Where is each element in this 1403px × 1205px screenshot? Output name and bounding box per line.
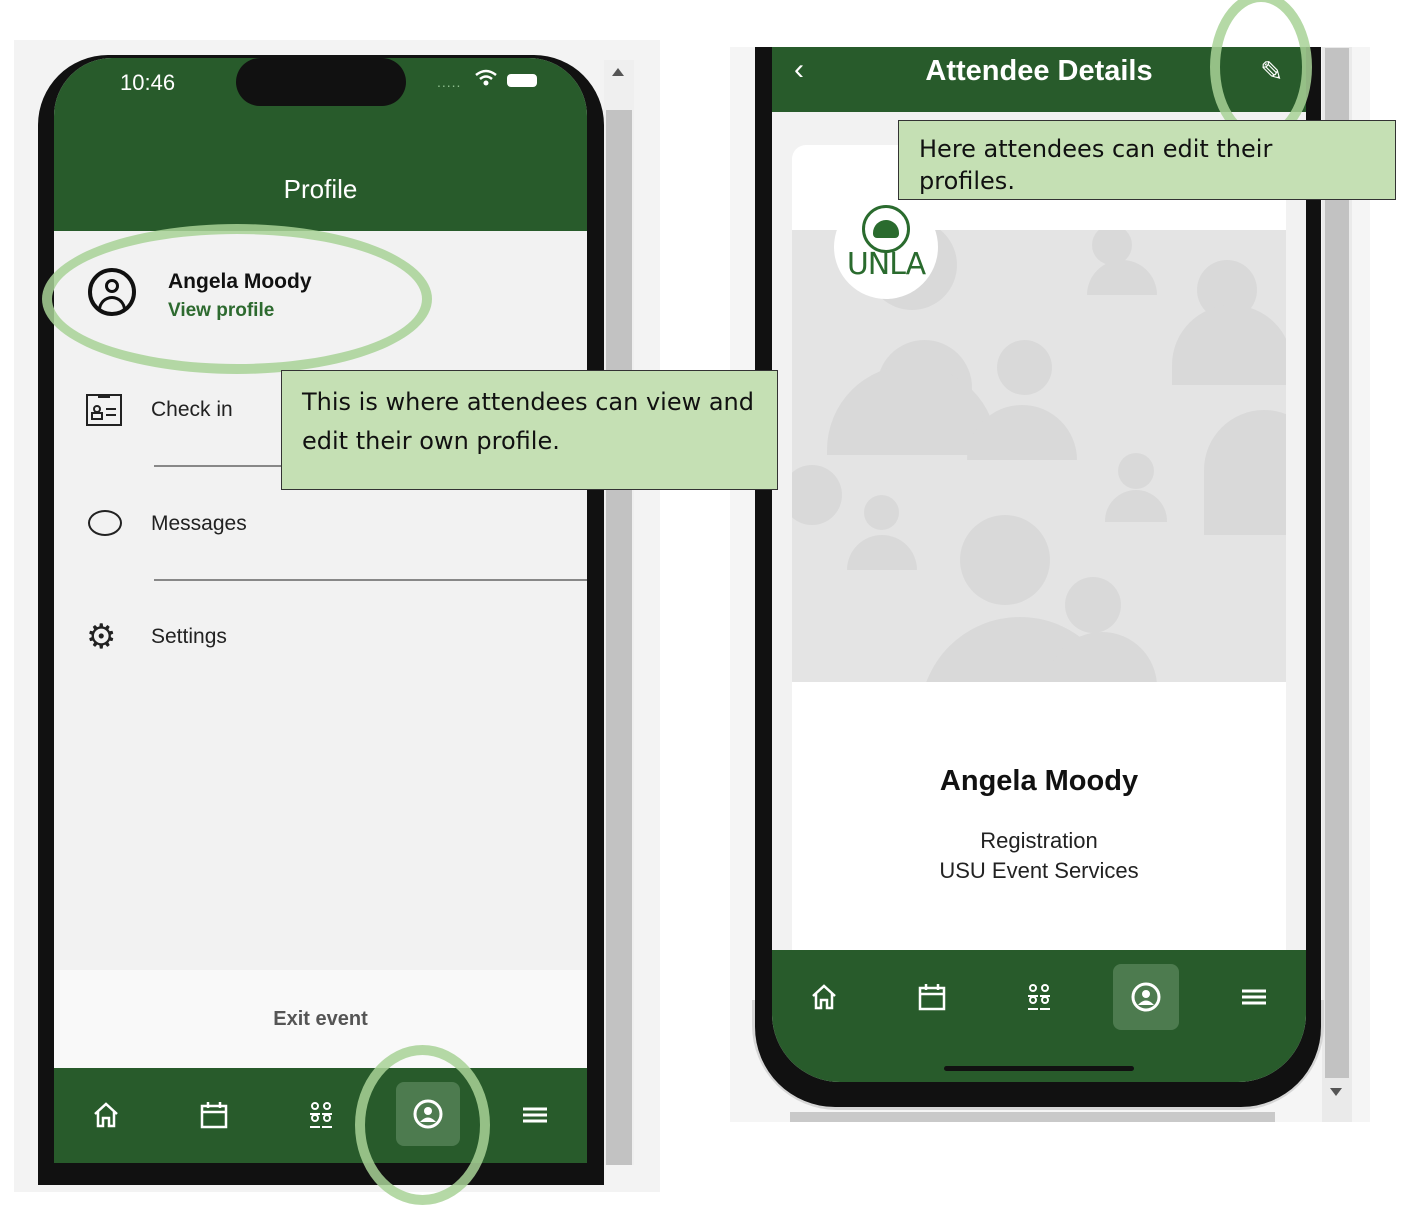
bottom-tab-bar [54,1068,587,1163]
people-pattern-banner [792,230,1286,682]
banner-shape [1118,453,1154,489]
callout-edit-profile: Here attendees can edit their profiles. [898,120,1396,200]
check-in-menu-item[interactable]: Check in [151,398,233,422]
banner-shape [997,340,1052,395]
profile-tab-active[interactable] [1113,964,1179,1030]
organization-logo: UNLA [834,195,938,299]
calendar-icon[interactable] [912,982,952,1018]
banner-shape [1204,410,1286,535]
attendee-details-screen: ‹ Attendee Details ✎ UNLA Angela Moody R… [772,47,1306,1082]
home-indicator [944,1066,1134,1071]
callout-view-profile: This is where attendees can view and edi… [281,370,778,490]
wifi-icon [474,68,498,94]
home-icon[interactable] [804,982,844,1018]
exit-event-button[interactable]: Exit event [54,1008,587,1031]
scroll-up-arrow-icon[interactable] [612,68,624,76]
highlight-ring-profile [42,224,432,374]
messages-menu-item[interactable]: Messages [151,512,247,536]
horizontal-scrollbar[interactable] [790,1112,1275,1122]
menu-icon[interactable] [515,1100,555,1136]
banner-shape [792,465,842,525]
profile-icon [1126,982,1166,1018]
tree-canopy [873,220,899,238]
id-badge-icon[interactable] [86,394,122,426]
attendee-name: Angela Moody [939,765,1139,797]
battery-icon [507,74,537,87]
chat-bubble-icon[interactable] [88,510,122,536]
profile-screen: 10:46 ..... Profile Angela Moody View pr… [54,58,587,1163]
dynamic-island [236,58,406,106]
banner-shape [1105,490,1167,522]
status-time: 10:46 [120,70,176,95]
banner-shape [960,515,1050,605]
people-icon[interactable] [301,1100,341,1136]
attendee-card: UNLA Angela Moody Registration USU Event… [792,145,1286,950]
logo-text: UNLA [846,247,926,282]
settings-menu-item[interactable]: Settings [151,625,227,649]
calendar-icon[interactable] [194,1100,234,1136]
left-scrollbar-thumb[interactable] [606,110,632,1165]
home-icon[interactable] [86,1100,126,1136]
banner-shape [864,495,899,530]
tree-logo-icon [862,205,910,253]
right-scrollbar-thumb[interactable] [1325,48,1349,1078]
banner-shape [847,535,917,570]
attendee-organization: USU Event Services [939,858,1139,883]
banner-shape [1172,305,1286,385]
attendee-role: Registration [980,828,1098,853]
highlight-ring-profile-tab [355,1045,490,1205]
banner-shape [1065,577,1121,633]
people-icon[interactable] [1019,982,1059,1018]
menu-icon[interactable] [1234,982,1274,1018]
banner-shape [1087,260,1157,295]
divider [154,579,587,581]
scroll-down-arrow-icon[interactable] [1330,1088,1342,1096]
gear-icon[interactable]: ⚙ [86,620,116,654]
signal-icon: ..... [437,74,462,90]
bottom-tab-bar [772,950,1306,1082]
page-title: Profile [283,174,358,204]
